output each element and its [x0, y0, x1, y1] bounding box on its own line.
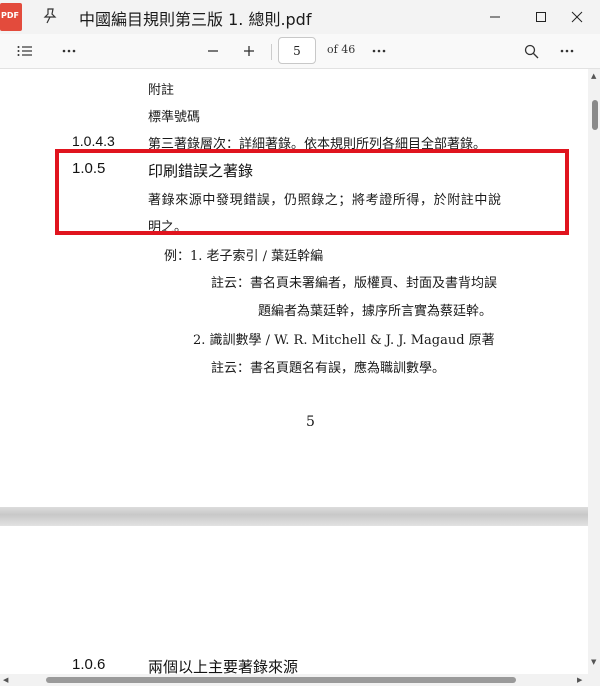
vertical-scrollbar[interactable] — [588, 69, 600, 686]
maximize-icon — [536, 12, 546, 22]
example-line: 2. 識訓數學 / W. R. Mitchell & J. J. Magaud … — [193, 333, 495, 348]
page-number-input[interactable]: 5 — [278, 37, 316, 64]
more-options-center-button[interactable] — [366, 34, 392, 68]
example-note: 註云：書名頁題名有誤，應為職訓數學。 — [211, 361, 446, 376]
scroll-right-icon[interactable]: ▶ — [577, 676, 582, 684]
app-icon-label: PDF — [1, 11, 19, 20]
pdf-toolbar: 5 of 46 — [0, 34, 600, 69]
horizontal-scroll-thumb[interactable] — [46, 677, 516, 683]
minus-icon — [208, 50, 218, 52]
pdf-page-6: 1.0.6 兩個以上主要著錄來源 — [0, 526, 588, 686]
search-button[interactable] — [518, 34, 544, 68]
more-dots-icon — [560, 49, 574, 53]
vertical-scroll-thumb[interactable] — [592, 100, 598, 130]
search-icon — [524, 44, 538, 58]
minimize-icon — [490, 16, 500, 18]
doc-line: 附註 — [148, 83, 175, 98]
pdf-page-5: 附註 標準號碼 1.0.4.3 第三著錄層次：詳細著錄。依本規則所列各細目全部著… — [0, 69, 588, 507]
more-dots-icon — [372, 49, 386, 53]
pin-icon[interactable] — [42, 7, 58, 25]
more-options-left-button[interactable] — [56, 34, 82, 68]
page-separator — [0, 507, 588, 526]
zoom-out-button[interactable] — [200, 34, 226, 68]
toolbar-divider — [271, 44, 272, 60]
minimize-button[interactable] — [472, 0, 518, 34]
scroll-left-icon[interactable]: ◀ — [3, 676, 8, 684]
document-viewport[interactable]: 附註 標準號碼 1.0.4.3 第三著錄層次：詳細著錄。依本規則所列各細目全部著… — [0, 69, 600, 686]
section-number: 1.0.4.3 — [72, 133, 115, 149]
contents-button[interactable] — [12, 34, 38, 68]
page-number-footer: 5 — [306, 414, 315, 430]
example-note: 題編者為葉廷幹，據序所言實為蔡廷幹。 — [258, 304, 493, 319]
close-icon — [571, 11, 583, 23]
close-button[interactable] — [554, 0, 600, 34]
more-dots-icon — [62, 49, 76, 53]
scroll-up-icon[interactable]: ▲ — [591, 72, 596, 80]
example-note: 註云：書名頁未署編者，版權頁、封面及書背均誤 — [211, 276, 498, 291]
scroll-down-icon[interactable]: ▼ — [591, 658, 596, 666]
zoom-in-button[interactable] — [236, 34, 262, 68]
plus-icon — [244, 46, 254, 56]
title-bar: PDF 中國編目規則第三版 1. 總則.pdf — [0, 0, 600, 34]
more-options-right-button[interactable] — [554, 34, 580, 68]
window-title: 中國編目規則第三版 1. 總則.pdf — [79, 10, 312, 29]
example-line: 例：1. 老子索引 / 葉廷幹編 — [164, 249, 324, 264]
page-total-label: of 46 — [327, 43, 356, 56]
red-highlight-box — [55, 149, 569, 235]
table-of-contents-icon — [17, 46, 32, 56]
doc-line: 標準號碼 — [148, 110, 201, 125]
pdf-app-icon: PDF — [0, 3, 22, 31]
section-number: 1.0.6 — [72, 656, 106, 673]
